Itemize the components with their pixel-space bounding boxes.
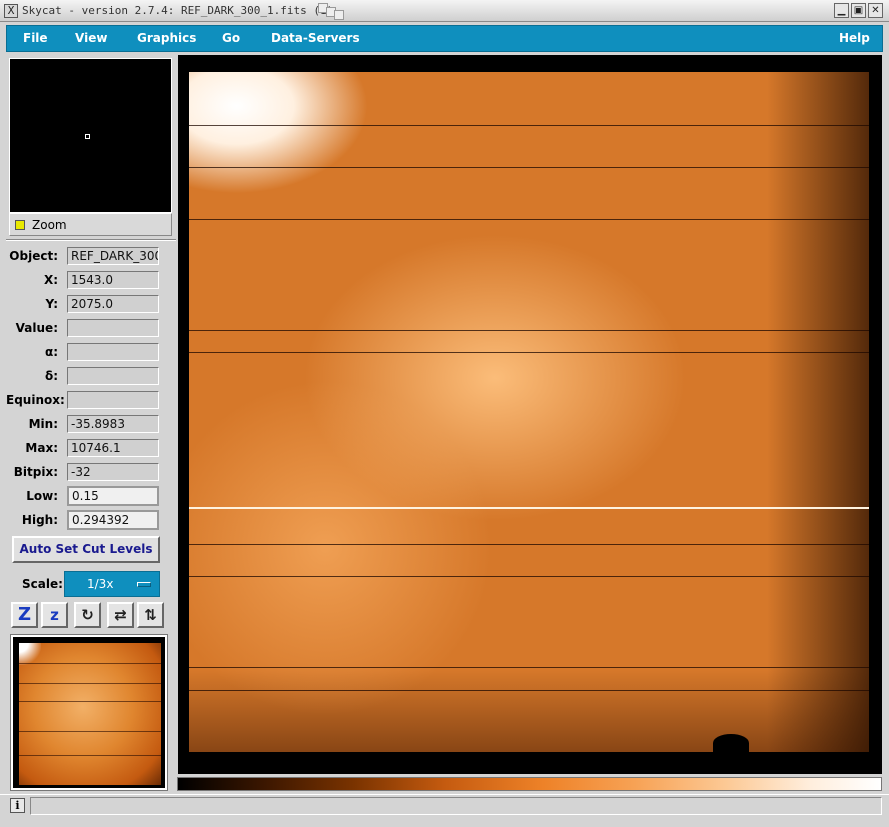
high-cut-input[interactable]: 0.294392 [67,510,159,530]
maximize-button[interactable]: ▣ [851,3,866,18]
scale-label: Scale: [22,577,63,591]
x-label: X: [43,273,58,287]
zoom-in-button[interactable]: Z [11,602,38,628]
min-label: Min: [28,417,58,431]
thumbnail-image [19,643,161,785]
row-defect-line [189,690,869,691]
equinox-field [67,391,159,409]
pan-cursor-icon [85,134,90,139]
title-bar: X Skycat - version 2.7.4: REF_DARK_300_1… [0,0,889,22]
flip-x-icon: ⇄ [114,606,127,624]
saturated-corner [19,643,41,665]
panner-thumbnail[interactable] [10,634,168,791]
thumb-row-defect [19,731,161,732]
bright-row-line [189,507,869,509]
rotate-button[interactable]: ↻ [74,602,101,628]
max-label: Max: [25,441,58,455]
window-title: Skycat - version 2.7.4: REF_DARK_300_1.f… [22,4,334,17]
value-field [67,319,159,337]
title-grip-icon [318,3,358,20]
thumb-row-defect [19,663,161,664]
min-field: -35.8983 [67,415,159,433]
zoom-out-button[interactable]: z [41,602,68,628]
row-defect-line [189,219,869,220]
rotate-icon: ↻ [81,606,94,624]
row-defect-line [189,576,869,577]
zoom-label: Zoom [32,218,67,232]
status-message [30,797,882,815]
flip-x-button[interactable]: ⇄ [107,602,134,628]
zoom-in-icon: Z [17,604,32,625]
low-cut-input[interactable]: 0.15 [67,486,159,506]
menu-data-servers[interactable]: Data-Servers [271,31,360,45]
flip-y-button[interactable]: ⇅ [137,602,164,628]
zoom-toggle-button[interactable]: Zoom [9,213,172,236]
colorbar[interactable] [177,777,882,791]
row-defect-line [189,352,869,353]
bitpix-field: -32 [67,463,159,481]
app-menu-icon[interactable]: X [4,4,18,18]
ra-label: α: [44,345,58,359]
row-defect-line [189,330,869,331]
menu-graphics[interactable]: Graphics [137,31,196,45]
menu-help[interactable]: Help [839,31,870,45]
divider [6,239,176,241]
dec-label: δ: [44,369,58,383]
thumb-row-defect [19,755,161,756]
row-defect-line [189,544,869,545]
row-defect-line [189,667,869,668]
bitpix-label: Bitpix: [13,465,58,479]
menu-bar: File View Graphics Go Data-Servers Help [6,25,883,52]
zoom-checkbox-icon[interactable] [15,220,25,230]
info-icon: i [10,798,25,813]
menu-go[interactable]: Go [222,31,240,45]
equinox-label: Equinox: [6,393,65,407]
thumb-row-defect [19,701,161,702]
status-bar: i [0,794,889,827]
zoom-out-icon: z [50,606,59,624]
fits-image [189,72,869,752]
scale-value: 1/3x [87,577,114,591]
object-label: Object: [9,249,58,263]
dec-field [67,367,159,385]
scale-menu-button[interactable]: 1/3x [64,571,160,597]
control-panel: Zoom Object: REF_DARK_300 X: 1543.0 Y: 2… [6,55,176,794]
thumb-row-defect [19,683,161,684]
low-label: Low: [26,489,58,503]
y-field: 2075.0 [67,295,159,313]
close-button[interactable]: ✕ [868,3,883,18]
max-field: 10746.1 [67,439,159,457]
ra-field [67,343,159,361]
value-label: Value: [15,321,58,335]
auto-set-cut-levels-button[interactable]: Auto Set Cut Levels [12,536,160,563]
pan-window[interactable] [9,58,172,213]
high-label: High: [21,513,58,527]
dark-artifact [713,734,749,752]
image-canvas[interactable] [178,55,882,774]
menu-file[interactable]: File [23,31,48,45]
x-field: 1543.0 [67,271,159,289]
row-defect-line [189,167,869,168]
option-menu-indicator-icon [137,582,151,587]
row-defect-line [189,125,869,126]
object-field: REF_DARK_300 [67,247,159,265]
y-label: Y: [45,297,58,311]
menu-view[interactable]: View [75,31,107,45]
minimize-button[interactable]: ▁ [834,3,849,18]
flip-y-icon: ⇅ [144,606,157,624]
